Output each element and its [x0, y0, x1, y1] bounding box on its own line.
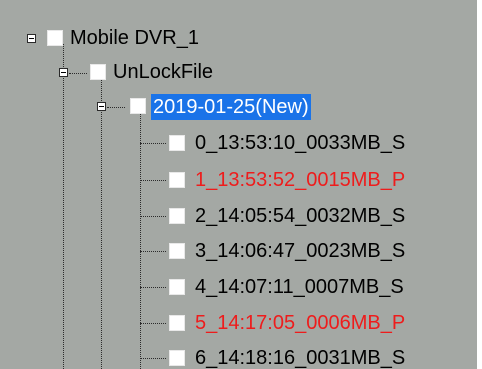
tree-connector-line — [101, 78, 102, 369]
device-checkbox[interactable] — [47, 30, 63, 46]
date-checkbox[interactable] — [130, 98, 146, 114]
tree-connector-line — [107, 107, 125, 108]
file-checkbox[interactable] — [169, 243, 185, 259]
file-checkbox[interactable] — [169, 172, 185, 188]
tree-connector-line — [140, 180, 166, 181]
collapse-icon[interactable] — [27, 34, 36, 43]
file-checkbox[interactable] — [169, 350, 185, 366]
collapse-icon[interactable] — [97, 102, 106, 111]
file-checkbox[interactable] — [169, 315, 185, 331]
file-label[interactable]: 4_14:07:11_0007MB_S — [193, 274, 406, 300]
collapse-icon[interactable] — [59, 68, 68, 77]
tree-connector-line — [63, 44, 64, 369]
tree-connector-line — [140, 216, 166, 217]
tree-connector-line — [140, 143, 166, 144]
file-label[interactable]: 3_14:06:47_0023MB_S — [193, 238, 407, 264]
file-checkbox[interactable] — [169, 208, 185, 224]
file-label[interactable]: 0_13:53:10_0033MB_S — [193, 130, 407, 156]
tree-connector-line — [140, 358, 166, 359]
file-tree-panel: Mobile DVR_1 UnLockFile 2019-01-25(New) … — [0, 0, 477, 369]
folder-checkbox[interactable] — [90, 64, 106, 80]
file-label[interactable]: 2_14:05:54_0032MB_S — [193, 203, 407, 229]
folder-label[interactable]: UnLockFile — [111, 59, 215, 85]
tree-connector-line — [140, 251, 166, 252]
tree-connector-line — [69, 73, 87, 74]
file-label-protected[interactable]: 1_13:53:52_0015MB_P — [193, 167, 407, 193]
file-checkbox[interactable] — [169, 279, 185, 295]
tree-connector-line — [140, 323, 166, 324]
date-label-selected[interactable]: 2019-01-25(New) — [151, 94, 311, 120]
file-checkbox[interactable] — [169, 135, 185, 151]
tree-connector-line — [140, 112, 141, 369]
device-label[interactable]: Mobile DVR_1 — [68, 25, 201, 51]
tree-connector-line — [140, 287, 166, 288]
file-label[interactable]: 6_14:18:16_0031MB_S — [193, 345, 407, 369]
file-label-protected[interactable]: 5_14:17:05_0006MB_P — [193, 310, 407, 336]
